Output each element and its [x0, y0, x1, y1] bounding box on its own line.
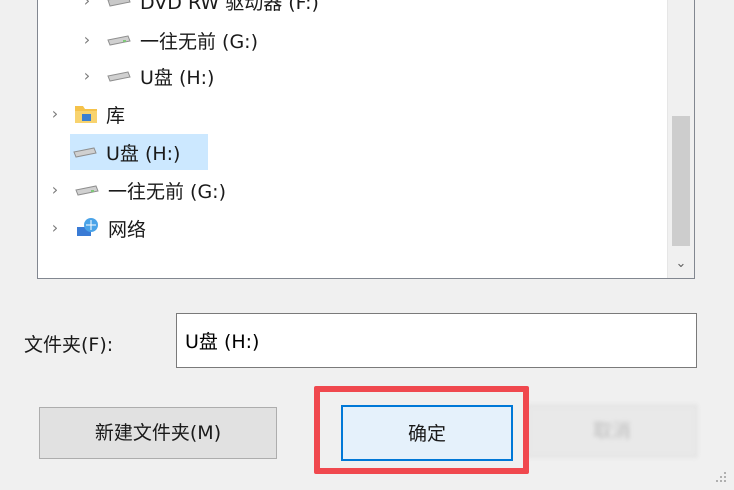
tree-item-drive-g-sub[interactable]: › 一往无前 (G:) [80, 22, 258, 58]
scroll-down-icon[interactable]: ⌄ [672, 254, 690, 274]
drive-icon [74, 184, 100, 196]
tree-item-label: DVD RW 驱动器 (F:) [140, 0, 319, 14]
dvd-drive-icon [106, 0, 132, 7]
chevron-right-icon[interactable]: › [48, 220, 62, 236]
chevron-right-icon[interactable]: › [48, 182, 62, 198]
tree-item-usb-selected[interactable]: U盘 (H:) [70, 134, 208, 170]
tree-item-label: 一往无前 (G:) [108, 180, 226, 203]
folder-input[interactable] [176, 313, 697, 368]
chevron-right-icon[interactable]: › [80, 0, 94, 9]
tree-item-label: U盘 (H:) [140, 66, 215, 89]
tree-item-dvd[interactable]: › DVD RW 驱动器 (F:) [80, 0, 319, 19]
resize-grip-icon[interactable] [714, 470, 728, 484]
cancel-button[interactable]: 取消 [527, 405, 697, 457]
tree-item-label: 网络 [108, 218, 147, 241]
folder-tree[interactable]: › DVD RW 驱动器 (F:) › 一往无前 (G:) › U盘 (H:) … [37, 0, 695, 279]
tree-item-label: 一往无前 (G:) [140, 30, 258, 53]
scrollbar-thumb[interactable] [672, 116, 690, 246]
tree-scrollbar[interactable]: ⌄ [667, 0, 694, 278]
highlight-annotation [314, 386, 529, 474]
new-folder-button[interactable]: 新建文件夹(M) [39, 407, 277, 459]
drive-icon [106, 34, 132, 46]
chevron-right-icon[interactable]: › [48, 106, 62, 122]
chevron-right-icon[interactable]: › [80, 68, 94, 84]
tree-item-library[interactable]: › 库 [48, 96, 125, 132]
usb-drive-icon [106, 70, 132, 82]
tree-item-label: U盘 (H:) [106, 142, 181, 165]
network-icon [74, 217, 100, 239]
usb-drive-icon [72, 146, 98, 158]
tree-item-label: 库 [106, 104, 126, 127]
tree-item-usb-sub[interactable]: › U盘 (H:) [80, 58, 215, 94]
dialog-frame [0, 0, 8, 490]
chevron-right-icon[interactable]: › [80, 32, 94, 48]
tree-item-drive-g[interactable]: › 一往无前 (G:) [48, 172, 226, 208]
tree-item-network[interactable]: › 网络 [48, 210, 146, 246]
folder-label: 文件夹(F): [24, 334, 114, 356]
library-folder-icon [74, 103, 98, 125]
